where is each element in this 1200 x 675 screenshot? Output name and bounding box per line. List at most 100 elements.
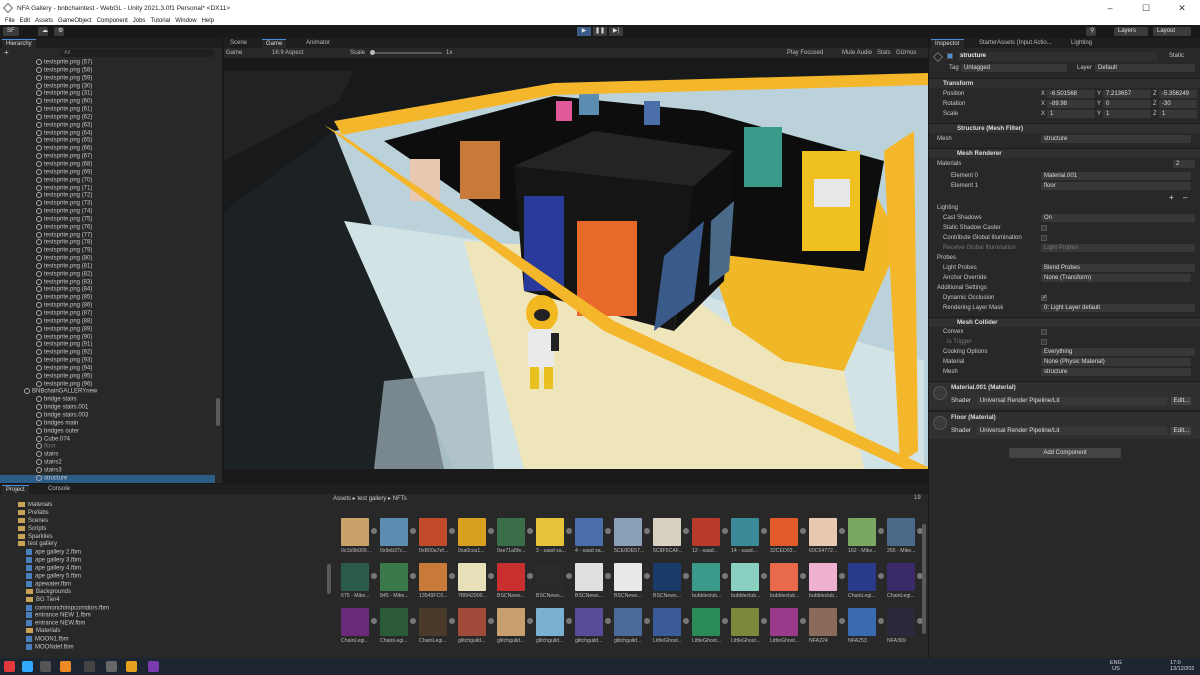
hierarchy-item[interactable]: testsprite.png (72): [0, 192, 215, 200]
mute-audio-toggle[interactable]: Mute Audio: [842, 48, 872, 58]
lighting-section[interactable]: Lighting: [929, 204, 1200, 213]
asset-thumbnail[interactable]: bubbleclub...: [809, 563, 845, 603]
close-icon[interactable]: ✕: [1164, 0, 1200, 16]
layout-dropdown[interactable]: Layout: [1153, 27, 1191, 36]
maximize-icon[interactable]: ☐: [1128, 0, 1164, 16]
element0-field[interactable]: Material.001: [1041, 172, 1191, 180]
rotation-z-field[interactable]: -30: [1159, 100, 1197, 108]
hierarchy-item[interactable]: testsprite.png (77): [0, 231, 215, 240]
project-tree-item[interactable]: apewater.fbm: [0, 580, 322, 589]
blender-icon[interactable]: [60, 661, 71, 672]
asset-thumbnail[interactable]: 14 - saad...: [731, 518, 767, 558]
transform-header[interactable]: Transform: [929, 78, 1200, 88]
menu-assets[interactable]: Assets: [35, 18, 53, 24]
hierarchy-item[interactable]: testsprite.png (91): [0, 341, 215, 349]
hierarchy-item[interactable]: testsprite.png (60): [0, 98, 215, 106]
project-tree-item[interactable]: ape gallery 5.fbm: [0, 573, 322, 581]
asset-thumbnail[interactable]: 5C8F5CAF...: [653, 518, 689, 558]
expand-arrow-icon[interactable]: [800, 573, 806, 579]
project-tree-item[interactable]: entrance NEW.fbm: [0, 620, 322, 628]
project-tree-item[interactable]: test gallery: [0, 541, 322, 549]
asset-thumbnail[interactable]: 162 - Mike...: [848, 518, 884, 558]
clock[interactable]: 17:0 13/12/202: [1170, 660, 1194, 672]
material-001-block[interactable]: Material.001 (Material) Shader Universal…: [929, 381, 1200, 409]
asset-thumbnail[interactable]: BSCNews...: [614, 563, 650, 603]
hierarchy-item[interactable]: testsprite.png (85): [0, 294, 215, 302]
asset-thumbnail[interactable]: BSCNews...: [536, 563, 572, 603]
tab-lighting[interactable]: Lighting: [1067, 39, 1096, 48]
active-checkbox[interactable]: [947, 53, 953, 59]
layers-dropdown[interactable]: Layers: [1114, 27, 1148, 36]
hierarchy-item[interactable]: BNBchainGALLERYnew: [0, 388, 215, 396]
expand-arrow-icon[interactable]: [878, 573, 884, 579]
asset-thumbnail[interactable]: 13549FC0...: [419, 563, 455, 603]
asset-thumbnail[interactable]: glitchguild...: [536, 608, 572, 648]
expand-arrow-icon[interactable]: [566, 573, 572, 579]
hierarchy-item[interactable]: testsprite.png (79): [0, 247, 215, 255]
expand-arrow-icon[interactable]: [527, 528, 533, 534]
hierarchy-item[interactable]: testsprite.png (80): [0, 255, 215, 263]
position-z-field[interactable]: -5.356249: [1159, 90, 1197, 98]
project-tree-item[interactable]: ape gallery 3.fbm: [0, 557, 322, 565]
expand-arrow-icon[interactable]: [878, 528, 884, 534]
tag-dropdown[interactable]: Untagged: [961, 64, 1067, 72]
expand-arrow-icon[interactable]: [644, 618, 650, 624]
project-tree-item[interactable]: Sparklies: [0, 533, 322, 542]
menu-gameobject[interactable]: GameObject: [58, 18, 92, 24]
asset-thumbnail[interactable]: 3 - saad sa...: [536, 518, 572, 558]
hierarchy-item[interactable]: testsprite.png (96): [0, 380, 215, 389]
floor-material-block[interactable]: Floor (Material) Shader Universal Render…: [929, 411, 1200, 439]
tab-game[interactable]: Game: [262, 39, 287, 48]
hierarchy-item[interactable]: bridges outer: [0, 427, 215, 436]
expand-arrow-icon[interactable]: [683, 528, 689, 534]
hierarchy-item[interactable]: testsprite.png (67): [0, 153, 215, 161]
display-dropdown[interactable]: Game: [226, 48, 242, 58]
mesh-field[interactable]: structure: [1041, 135, 1191, 143]
asset-thumbnail[interactable]: 7f8942900...: [458, 563, 494, 603]
contribute-gi-checkbox[interactable]: [1041, 235, 1047, 241]
asset-thumbnail[interactable]: 0x9eb37c...: [380, 518, 416, 558]
static-toggle[interactable]: Static: [1169, 52, 1184, 61]
expand-arrow-icon[interactable]: [839, 528, 845, 534]
asset-thumbnail[interactable]: NFA369: [887, 608, 923, 648]
hierarchy-item[interactable]: testsprite.png (30): [0, 82, 215, 91]
asset-thumbnail[interactable]: BSCNews...: [575, 563, 611, 603]
menu-edit[interactable]: Edit: [20, 18, 30, 24]
hierarchy-item[interactable]: testsprite.png (89): [0, 325, 215, 334]
project-tree-item[interactable]: Prefabs: [0, 509, 322, 518]
hierarchy-item[interactable]: stairs: [0, 451, 215, 459]
hierarchy-item[interactable]: testsprite.png (57): [0, 59, 215, 67]
asset-thumbnail[interactable]: 845 - Mike...: [380, 563, 416, 603]
trigger-checkbox[interactable]: [1041, 339, 1047, 345]
expand-arrow-icon[interactable]: [371, 528, 377, 534]
expand-arrow-icon[interactable]: [371, 618, 377, 624]
menu-window[interactable]: Window: [175, 18, 196, 24]
hierarchy-item[interactable]: testsprite.png (64): [0, 129, 215, 138]
scale-z-field[interactable]: 1: [1159, 110, 1197, 118]
static-shadow-checkbox[interactable]: [1041, 225, 1047, 231]
tab-project[interactable]: Project: [2, 485, 29, 494]
tab-animator[interactable]: Animator: [302, 39, 334, 48]
asset-thumbnail[interactable]: ChainLegi...: [341, 608, 377, 648]
project-tree-item[interactable]: BG Tier4: [0, 596, 322, 605]
materials-count[interactable]: 2: [1173, 160, 1195, 168]
expand-arrow-icon[interactable]: [449, 573, 455, 579]
asset-thumbnail[interactable]: 60C64772...: [809, 518, 845, 558]
project-tree-item[interactable]: Materials: [0, 628, 322, 636]
project-tree-item[interactable]: commonchimpcorridors.fbm: [0, 604, 322, 613]
project-tree-item[interactable]: Scripts: [0, 525, 322, 534]
stats-toggle[interactable]: Stats: [877, 48, 891, 58]
hierarchy-item[interactable]: bridges main: [0, 419, 215, 428]
hierarchy-item[interactable]: testsprite.png (76): [0, 223, 215, 232]
hierarchy-item[interactable]: testsprite.png (83): [0, 278, 215, 287]
minimize-icon[interactable]: –: [1092, 0, 1128, 16]
asset-thumbnail[interactable]: ChainLegi...: [419, 608, 455, 648]
cooking-dropdown[interactable]: Everything: [1041, 348, 1195, 356]
hierarchy-item[interactable]: testsprite.png (68): [0, 160, 215, 169]
asset-thumbnail[interactable]: 0xa0cca1...: [458, 518, 494, 558]
rotation-y-field[interactable]: 0: [1103, 100, 1151, 108]
asset-thumbnail[interactable]: 675 - Mike...: [341, 563, 377, 603]
photoshop-icon[interactable]: [22, 661, 33, 672]
shader-edit-button[interactable]: Edit...: [1171, 397, 1192, 405]
hierarchy-item[interactable]: bridge stairs.001: [0, 404, 215, 412]
